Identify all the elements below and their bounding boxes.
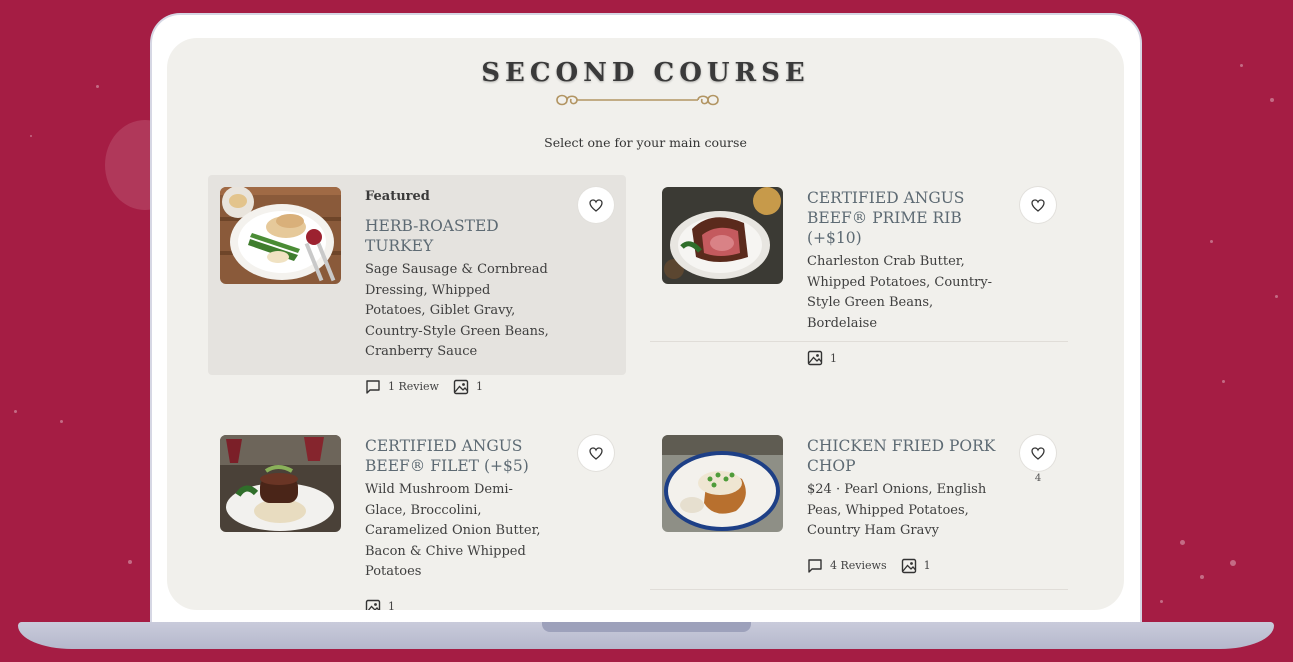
background-speckle xyxy=(96,85,99,88)
background-speckle xyxy=(30,135,32,137)
background-speckle xyxy=(1230,560,1236,566)
heart-icon xyxy=(589,446,603,460)
dish-name[interactable]: CERTIFIED ANGUS BEEF® PRIME RIB (+$10) xyxy=(807,188,1002,248)
dish-meta: 1 Review 1 xyxy=(365,379,560,395)
dish-name[interactable]: CHICKEN FRIED PORK CHOP xyxy=(807,436,1002,476)
background-speckle xyxy=(1240,64,1243,67)
photo-count-label: 1 xyxy=(475,380,483,393)
featured-label: Featured xyxy=(365,189,430,204)
laptop-notch xyxy=(542,622,751,632)
heart-icon xyxy=(589,198,603,212)
card-divider xyxy=(650,341,1068,342)
speech-bubble-icon xyxy=(808,558,822,573)
image-icon xyxy=(453,379,469,394)
photo-count-label: 1 xyxy=(830,351,837,365)
heart-icon xyxy=(1031,198,1045,212)
card-divider xyxy=(650,589,1068,590)
dish-meta: 1 xyxy=(807,350,1002,366)
background-speckle xyxy=(1275,295,1278,298)
image-icon xyxy=(807,350,823,366)
dish-meta: 1 xyxy=(365,599,560,610)
ornament-divider xyxy=(556,94,719,106)
dish-description: Charleston Crab Butter, Whipped Potatoes… xyxy=(807,254,993,331)
photo-count[interactable]: 1 xyxy=(807,350,837,366)
dish-photo[interactable] xyxy=(662,187,783,284)
review-count-label: 1 Review xyxy=(388,380,439,393)
dish-name[interactable]: HERB-ROASTED TURKEY xyxy=(365,216,560,256)
dish-info: CERTIFIED ANGUS BEEF® PRIME RIB (+$10) C… xyxy=(807,188,1002,366)
dish-description: $24 · Pearl Onions, English Peas, Whippe… xyxy=(807,482,987,538)
favorite-button[interactable] xyxy=(578,187,614,223)
image-icon xyxy=(901,558,916,573)
background-speckle xyxy=(60,420,63,423)
dish-card-pork-chop[interactable]: CHICKEN FRIED PORK CHOP $24 · Pearl Onio… xyxy=(650,423,1068,590)
photo-count-label: 1 xyxy=(388,600,395,610)
favorite-button[interactable] xyxy=(1020,435,1056,471)
dish-meta: 4 Reviews 1 xyxy=(807,558,1002,574)
dish-photo[interactable] xyxy=(220,435,341,532)
dish-card-prime-rib[interactable]: CERTIFIED ANGUS BEEF® PRIME RIB (+$10) C… xyxy=(650,175,1068,366)
page-subtitle: Select one for your main course xyxy=(544,135,747,150)
dish-name[interactable]: CERTIFIED ANGUS BEEF® FILET (+$5) xyxy=(365,436,560,476)
dish-info: CHICKEN FRIED PORK CHOP $24 · Pearl Onio… xyxy=(807,436,1002,574)
photo-count[interactable]: 1 xyxy=(453,379,483,395)
review-count[interactable]: 4 Reviews xyxy=(807,558,887,574)
page-title: SECOND COURSE xyxy=(481,58,810,88)
dish-card-turkey[interactable]: Featured HERB-ROASTED TURKEY Sage Sausag… xyxy=(208,175,626,394)
dish-card-filet[interactable]: CERTIFIED ANGUS BEEF® FILET (+$5) Wild M… xyxy=(208,423,626,610)
favorite-button[interactable] xyxy=(578,435,614,471)
background-speckle xyxy=(1160,600,1163,603)
heart-icon xyxy=(1031,446,1045,460)
review-count[interactable]: 1 Review xyxy=(365,379,439,395)
background-speckle xyxy=(1180,540,1185,545)
photo-count-label: 1 xyxy=(923,559,931,572)
dish-info: Featured HERB-ROASTED TURKEY Sage Sausag… xyxy=(365,189,560,395)
favorite-button[interactable] xyxy=(1020,187,1056,223)
background-speckle xyxy=(1200,575,1204,579)
dish-description: Wild Mushroom Demi-Glace, Broccolini, Ca… xyxy=(365,482,541,579)
speech-bubble-icon xyxy=(366,379,380,394)
dish-info: CERTIFIED ANGUS BEEF® FILET (+$5) Wild M… xyxy=(365,436,560,610)
photo-count[interactable]: 1 xyxy=(901,558,931,574)
background-speckle xyxy=(128,560,132,564)
background-speckle xyxy=(1270,98,1274,102)
background-speckle xyxy=(14,410,17,413)
menu-screen: SECOND COURSE Select one for your main c… xyxy=(167,38,1124,610)
background-speckle xyxy=(1222,380,1225,383)
dish-photo[interactable] xyxy=(220,187,341,284)
favorite-count: 4 xyxy=(1034,473,1042,484)
review-count-label: 4 Reviews xyxy=(830,559,887,572)
photo-count[interactable]: 1 xyxy=(365,599,395,610)
background-speckle xyxy=(1210,240,1213,243)
dish-description: Sage Sausage & Cornbread Dressing, Whipp… xyxy=(365,262,549,359)
image-icon xyxy=(365,599,381,610)
dish-photo[interactable] xyxy=(662,435,783,532)
